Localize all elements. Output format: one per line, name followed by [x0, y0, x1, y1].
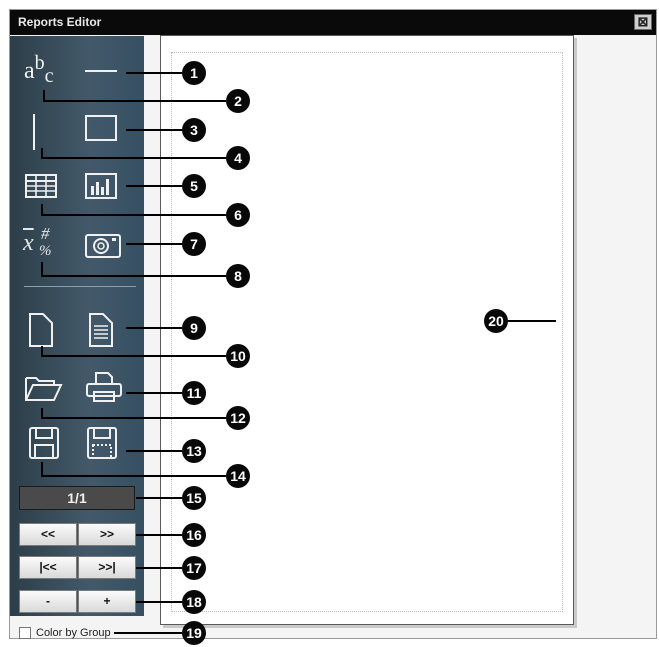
callout-9: 9	[182, 316, 206, 340]
callout-13: 13	[182, 439, 206, 463]
callout-8: 8	[226, 264, 250, 288]
callout-4: 4	[226, 146, 250, 170]
callout-7: 7	[182, 232, 206, 256]
callout-17: 17	[182, 556, 206, 580]
callout-20: 20	[484, 309, 508, 333]
callout-10: 10	[226, 344, 250, 368]
callout-5: 5	[182, 174, 206, 198]
callout-3: 3	[182, 118, 206, 142]
callout-1: 1	[182, 61, 206, 85]
callout-2: 2	[226, 89, 250, 113]
callout-leader-lines	[41, 72, 556, 634]
callout-15: 15	[182, 486, 206, 510]
callout-16: 16	[182, 523, 206, 547]
callout-18: 18	[182, 590, 206, 614]
callout-14: 14	[226, 464, 250, 488]
callout-19: 19	[182, 621, 206, 645]
callout-6: 6	[226, 203, 250, 227]
callout-11: 11	[182, 381, 206, 405]
callout-12: 12	[226, 406, 250, 430]
